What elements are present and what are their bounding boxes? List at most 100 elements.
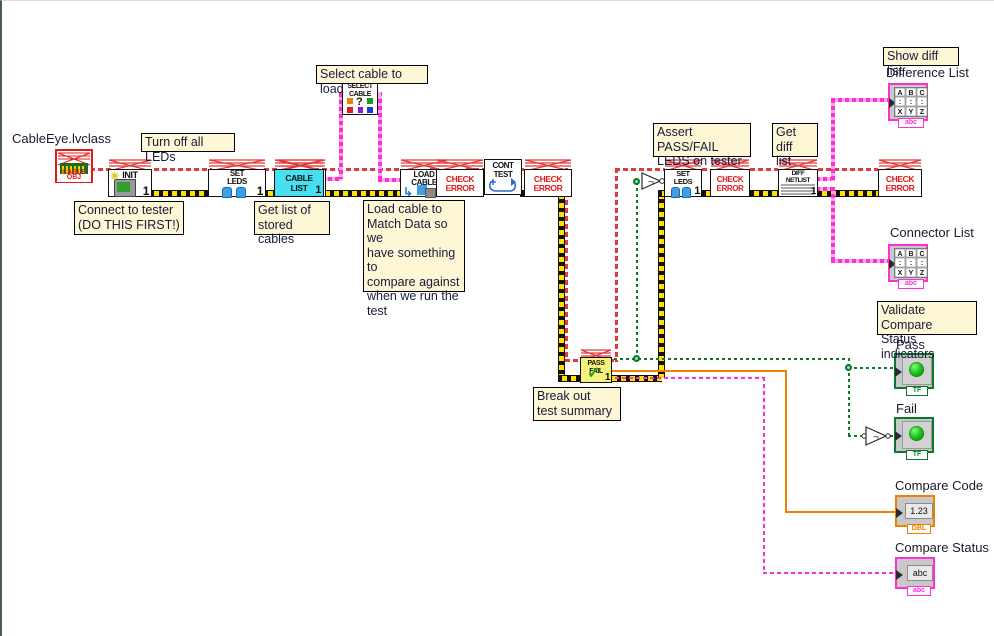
vi-node-select-cable[interactable]: SELECT CABLE ?: [342, 81, 378, 115]
vi-node-check-error-2-caption: CHECK ERROR: [437, 175, 483, 193]
svg-text:C: C: [919, 251, 924, 258]
vi-node-set-leds-2[interactable]: SET LEDS 1: [664, 169, 702, 197]
terminal-arrow-icon: [896, 508, 903, 518]
wire-string-array: [816, 187, 834, 191]
vi-node-diff-netlist-instance: 1: [811, 186, 816, 197]
wire-boolean: [636, 182, 638, 360]
pass-led-glyph: [909, 362, 924, 377]
wire-class: [750, 190, 778, 197]
wire-string: [763, 377, 765, 573]
svg-text:B: B: [908, 251, 913, 258]
comment-get-diff-list[interactable]: Get diff list: [772, 123, 818, 157]
vi-node-set-leds-2-caption: SET LEDS: [665, 170, 701, 186]
vi-node-check-error-2[interactable]: CHECK ERROR: [436, 169, 484, 197]
svg-text::: :: [921, 99, 923, 106]
vi-node-check-error-4-caption: CHECK ERROR: [711, 175, 749, 193]
compare-status-datatype-tag: abc: [907, 586, 931, 596]
comment-load-cable[interactable]: Load cable to Match Data so we have some…: [363, 200, 465, 292]
wire-boolean: [638, 358, 850, 360]
svg-text:Z: Z: [920, 109, 925, 116]
comment-get-list[interactable]: Get list of stored cables: [254, 201, 330, 235]
vi-node-check-error-5-caption: CHECK ERROR: [879, 175, 921, 193]
comment-turn-off-leds[interactable]: Turn off all LEDs: [141, 133, 235, 152]
vi-node-init-instance: 1: [143, 184, 149, 198]
vi-node-set-leds-1-instance: 1: [257, 184, 263, 198]
wire-string-array: [831, 259, 889, 263]
svg-text:C: C: [919, 90, 924, 97]
wire-string-array: [378, 178, 402, 182]
vi-node-check-error-3-caption: CHECK ERROR: [525, 175, 571, 193]
vi-node-cont-test[interactable]: CONT TEST: [484, 159, 522, 195]
comment-select-cable[interactable]: Select cable to load: [316, 65, 428, 84]
wire-class: [150, 190, 212, 197]
wire-junction: [845, 364, 852, 371]
comment-break-out[interactable]: Break out test summary: [533, 387, 621, 421]
wire-error-cluster: [154, 168, 212, 171]
wire-string-array: [831, 187, 835, 263]
wire-error-cluster: [314, 168, 402, 171]
wire-error-cluster: [750, 168, 778, 171]
connector-list-label: Connector List: [890, 225, 974, 240]
indicator-compare-status[interactable]: abc abc: [895, 557, 935, 589]
class-constant-type-tag: OBJ: [57, 174, 91, 182]
compare-code-value: 1.23: [905, 503, 933, 519]
vi-node-diff-netlist-caption: DIFF NETLIST: [779, 170, 817, 184]
class-constant-label: CableEye.lvclass: [12, 131, 111, 146]
not-gate-1[interactable]: ¬: [640, 171, 666, 196]
indicator-compare-code[interactable]: 1.23 DBL: [895, 495, 935, 527]
comment-connect-tester[interactable]: Connect to tester (DO THIS FIRST!): [74, 201, 184, 235]
fail-datatype-tag: TF: [906, 450, 928, 460]
pass-datatype-tag: TF: [906, 386, 928, 396]
wire-class: [818, 190, 878, 197]
svg-text:Y: Y: [909, 109, 914, 116]
svg-text:¬: ¬: [648, 177, 654, 188]
vi-node-set-leds-2-instance: 1: [694, 185, 700, 197]
terminal-arrow-icon: [895, 431, 902, 441]
svg-text:A: A: [897, 251, 902, 258]
wire-junction: [633, 355, 640, 362]
wire-string-array: [378, 92, 382, 180]
vi-node-check-error-5[interactable]: CHECK ERROR: [878, 169, 922, 197]
fail-led-glyph: [909, 426, 924, 441]
compare-status-label: Compare Status: [895, 540, 989, 555]
indicator-fail-led[interactable]: TF: [894, 417, 934, 453]
indicator-connector-list[interactable]: A B C : : : X Y Z abc: [888, 244, 928, 282]
block-diagram-canvas: CABLE OBJ CableEye.lvclass INIT ✳ 1 SET …: [0, 0, 994, 636]
wire-numeric: [608, 370, 786, 372]
vi-node-diff-netlist[interactable]: DIFF NETLIST 1: [778, 169, 818, 197]
comment-assert-leds[interactable]: Assert PASS/FAIL LEDS on tester: [653, 123, 751, 157]
compare-code-datatype-tag: DBL: [907, 524, 931, 534]
svg-text::: :: [921, 260, 923, 267]
svg-text:A: A: [897, 90, 902, 97]
wire-class: [558, 190, 565, 376]
vi-node-pass-fail[interactable]: PASS FAIL ✓ 1: [580, 357, 612, 383]
class-constant-cableeye[interactable]: CABLE OBJ: [55, 149, 93, 183]
wire-numeric: [785, 370, 787, 512]
svg-text:Y: Y: [909, 270, 914, 277]
comment-validate-compare[interactable]: Validate Compare Status indicators: [877, 301, 977, 335]
svg-text::: :: [899, 260, 901, 267]
wire-string-array: [816, 177, 834, 181]
svg-text:X: X: [898, 109, 903, 116]
vi-node-check-error-3[interactable]: CHECK ERROR: [524, 169, 572, 197]
wire-string-array: [831, 98, 889, 102]
not-gate-2[interactable]: ¬: [862, 425, 892, 452]
wire-error-cluster: [615, 168, 618, 362]
indicator-difference-list[interactable]: A B C : : : X Y Z abc: [888, 83, 928, 121]
wire-error-cluster: [818, 168, 878, 171]
svg-text:X: X: [898, 270, 903, 277]
vi-node-init[interactable]: INIT ✳ 1: [108, 169, 152, 197]
wire-boolean: [848, 367, 894, 369]
svg-text::: :: [910, 99, 912, 106]
comment-show-diff-list[interactable]: Show diff list: [883, 47, 959, 66]
svg-text:B: B: [908, 90, 913, 97]
vi-node-check-error-4[interactable]: CHECK ERROR: [710, 169, 750, 197]
compare-code-label: Compare Code: [895, 478, 983, 493]
connector-list-datatype-tag: abc: [898, 279, 924, 289]
svg-text::: :: [910, 260, 912, 267]
svg-text:Z: Z: [920, 270, 925, 277]
terminal-arrow-icon: [896, 570, 903, 580]
wire-class: [608, 375, 662, 382]
vi-node-cable-list[interactable]: CABLE LIST 1: [274, 169, 324, 197]
vi-node-set-leds-1[interactable]: SET LEDS 1: [208, 169, 266, 197]
